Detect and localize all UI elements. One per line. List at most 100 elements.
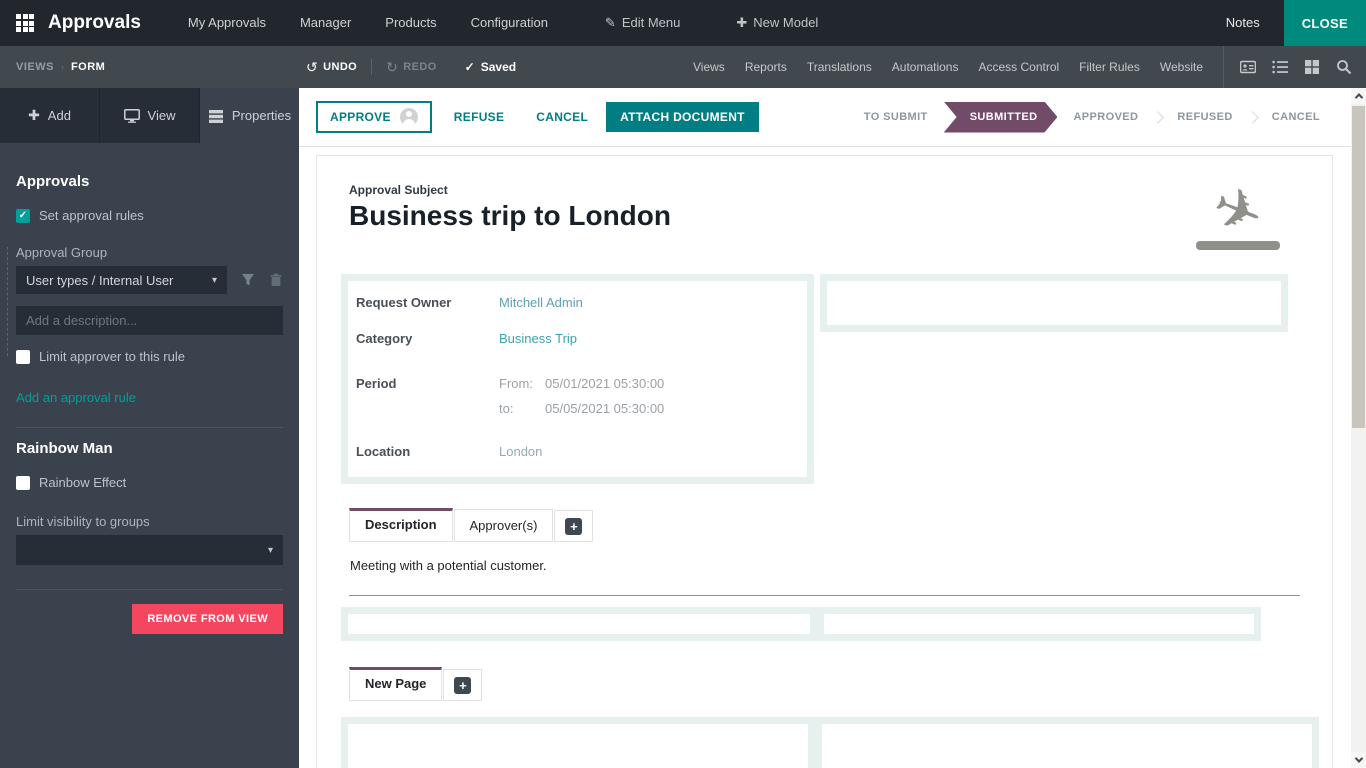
redo-icon: ↻ [386, 58, 399, 75]
undo-button[interactable]: ↺ UNDO [306, 59, 357, 76]
cancel-button[interactable]: CANCEL [526, 104, 599, 130]
menu-manager[interactable]: Manager [283, 0, 368, 46]
limit-approver-checkbox-row[interactable]: Limit approver to this rule [16, 349, 283, 364]
field-label: Request Owner [356, 295, 452, 310]
studio-tab-reports[interactable]: Reports [735, 46, 797, 88]
add-tab-button[interactable]: + [554, 510, 594, 542]
add-tab-button[interactable]: + [443, 669, 483, 701]
checkbox-unchecked-icon[interactable] [16, 475, 30, 490]
chevron-down-icon: ▾ [267, 544, 273, 556]
set-approval-rules-checkbox-row[interactable]: ✓ Set approval rules [16, 208, 283, 223]
request-owner-link[interactable]: Mitchell Admin [499, 295, 583, 310]
location-value[interactable]: London [499, 444, 542, 459]
trash-icon[interactable] [269, 273, 283, 287]
user-avatar-icon [399, 108, 418, 126]
studio-tab-filter-rules[interactable]: Filter Rules [1069, 46, 1150, 88]
stage-submitted-active[interactable]: SUBMITTED [944, 102, 1058, 133]
edit-menu-button[interactable]: ✎ Edit Menu [587, 0, 698, 46]
studio-toolbar: VIEWS › FORM ↺ UNDO ↻ REDO ✓ Saved Views… [0, 46, 1366, 88]
studio-tab-views[interactable]: Views [683, 46, 735, 88]
sidebar-tab-add[interactable]: ✚ Add [0, 88, 100, 143]
scrollbar-thumb[interactable] [1352, 106, 1365, 428]
approval-rule-group: Approval Group User types / Internal Use… [7, 245, 283, 364]
notes-button[interactable]: Notes [1202, 0, 1284, 46]
studio-tab-translations[interactable]: Translations [797, 46, 882, 88]
sidebar-tab-view[interactable]: View [100, 88, 200, 143]
notebook-tab-row: Description Approver(s) + [349, 508, 1300, 542]
app-title[interactable]: Approvals [48, 12, 141, 34]
vertical-scrollbar[interactable] [1351, 88, 1366, 768]
menu-products[interactable]: Products [368, 0, 453, 46]
apps-menu-icon[interactable] [16, 14, 34, 32]
description-text[interactable]: Meeting with a potential customer. [350, 558, 1300, 573]
close-studio-button[interactable]: CLOSE [1283, 0, 1366, 46]
search-icon[interactable] [1336, 59, 1352, 75]
chevron-down-icon: ▾ [211, 274, 217, 286]
period-to: to: 05/05/2021 05:30:00 [499, 401, 665, 416]
breadcrumb-form[interactable]: FORM [71, 61, 105, 73]
toolbar-divider [371, 59, 373, 75]
sidebar-divider [16, 589, 283, 590]
dropzone-cell[interactable] [822, 724, 1312, 768]
fields-group-highlight[interactable]: Request Owner Mitchell Admin Category Bu… [341, 274, 814, 484]
approval-group-label: Approval Group [16, 245, 108, 260]
approval-group-select[interactable]: User types / Internal User ▾ [16, 266, 227, 294]
field-label: Location [356, 444, 411, 459]
form-sheet: Approval Subject Business trip to London… [316, 155, 1333, 768]
studio-edit-controls: ↺ UNDO ↻ REDO ✓ Saved [306, 59, 516, 76]
studio-tab-website[interactable]: Website [1150, 46, 1213, 88]
rule-description-input[interactable] [16, 306, 283, 335]
dropzone-strip[interactable] [341, 607, 1261, 641]
tab-description[interactable]: Description [349, 508, 453, 542]
top-navbar-right: Notes CLOSE [1202, 0, 1366, 46]
menu-my-approvals[interactable]: My Approvals [171, 0, 283, 46]
sidebar-tab-properties[interactable]: Properties [200, 88, 299, 143]
limit-visibility-label: Limit visibility to groups [16, 514, 150, 529]
list-view-icon[interactable] [1272, 59, 1288, 75]
rainbow-effect-checkbox-row[interactable]: Rainbow Effect [16, 475, 283, 490]
notebook-tab-row: New Page + [349, 667, 1300, 701]
dropzone-strip[interactable] [341, 717, 1319, 768]
sidebar-tab-bar: ✚ Add View Properties [0, 88, 299, 143]
dropzone-cell[interactable] [348, 724, 808, 768]
breadcrumb-separator: › [60, 62, 64, 72]
period-from-value[interactable]: 05/01/2021 05:30:00 [545, 376, 664, 391]
stage-approved[interactable]: APPROVED [1060, 111, 1151, 123]
scroll-up-arrow[interactable] [1351, 88, 1366, 104]
tab-approvers[interactable]: Approver(s) [453, 509, 554, 542]
dropzone-cell[interactable] [824, 614, 1254, 634]
contact-card-icon[interactable] [1240, 59, 1256, 75]
scroll-down-arrow[interactable] [1351, 752, 1366, 768]
breadcrumb-views[interactable]: VIEWS [16, 61, 54, 73]
notebook: Description Approver(s) + Meeting with a… [349, 508, 1300, 596]
checkbox-unchecked-icon[interactable] [16, 349, 30, 364]
approval-subject-value[interactable]: Business trip to London [349, 200, 671, 232]
remove-from-view-button[interactable]: REMOVE FROM VIEW [132, 604, 283, 634]
add-approval-rule-link[interactable]: Add an approval rule [16, 390, 136, 405]
redo-button[interactable]: ↻ REDO [386, 59, 437, 76]
field-dropzone-placeholder[interactable] [820, 274, 1288, 332]
new-model-button[interactable]: ✚ New Model [718, 0, 836, 46]
description-underline [349, 595, 1300, 596]
period-to-value[interactable]: 05/05/2021 05:30:00 [545, 401, 664, 416]
studio-tab-access-control[interactable]: Access Control [968, 46, 1069, 88]
dropzone-cell[interactable] [348, 614, 810, 634]
top-navbar-left: Approvals My Approvals Manager Products … [0, 0, 1202, 46]
tab-new-page[interactable]: New Page [349, 667, 443, 701]
breadcrumb: VIEWS › FORM [16, 61, 246, 73]
field-period: Period From: 05/01/2021 05:30:00 to: 05/… [356, 376, 795, 416]
filter-icon[interactable] [241, 273, 255, 287]
checkbox-checked-icon[interactable]: ✓ [16, 208, 30, 223]
menu-configuration[interactable]: Configuration [454, 0, 565, 46]
field-request-owner: Request Owner Mitchell Admin [356, 295, 795, 310]
studio-tab-automations[interactable]: Automations [882, 46, 969, 88]
stage-refused[interactable]: REFUSED [1164, 111, 1245, 123]
category-link[interactable]: Business Trip [499, 331, 577, 346]
approve-button[interactable]: APPROVE [316, 101, 432, 133]
limit-visibility-select[interactable]: ▾ [16, 535, 283, 565]
refuse-button[interactable]: REFUSE [443, 104, 515, 130]
attach-document-button[interactable]: ATTACH DOCUMENT [606, 102, 759, 132]
stage-to-submit[interactable]: TO SUBMIT [851, 111, 941, 123]
stage-cancel[interactable]: CANCEL [1259, 111, 1333, 123]
kanban-view-icon[interactable] [1304, 59, 1320, 75]
